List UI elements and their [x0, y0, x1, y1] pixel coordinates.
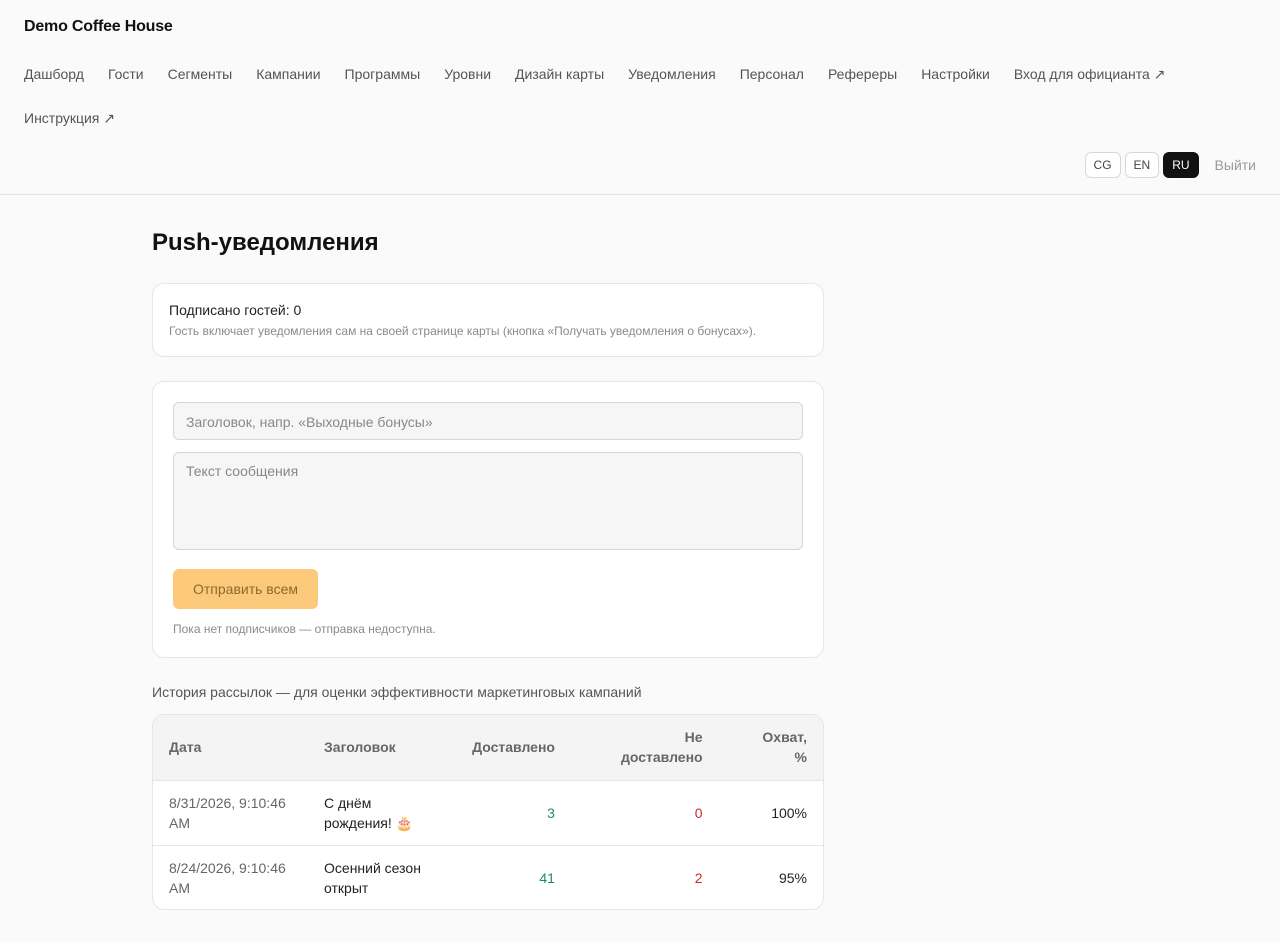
nav-item-card-design[interactable]: Дизайн карты [515, 66, 604, 83]
col-title: Заголовок [324, 739, 396, 756]
col-reach: Охват, % [762, 729, 807, 766]
subscribers-count: Подписано гостей: 0 [169, 302, 302, 318]
col-date: Дата [169, 739, 202, 756]
language-switcher: CG EN RU Выйти [1084, 152, 1256, 178]
cell-failed: 2 [694, 869, 703, 886]
lang-button-ru[interactable]: RU [1163, 152, 1199, 178]
cell-delivered: 3 [547, 804, 555, 821]
cell-reach: 100% [771, 804, 807, 821]
push-form-card: Заголовок, напр. «Выходные бонусы» Текст… [152, 381, 824, 658]
nav-item-staff[interactable]: Персонал [740, 66, 804, 83]
cell-reach: 95% [778, 869, 807, 886]
subscribers-hint: Гость включает уведомления сам на своей … [169, 324, 757, 338]
cell-title: С днём рождения! 🎂 [324, 794, 414, 831]
cell-failed: 0 [694, 804, 703, 821]
page-title: Push-уведомления [152, 229, 379, 256]
cell-title: Осенний сезон открыт [324, 859, 421, 896]
nav-item-programs[interactable]: Программы [345, 66, 421, 83]
col-delivered: Доставлено [472, 739, 555, 756]
main-nav: Дашборд Гости Сегменты Кампании Программ… [24, 66, 1165, 83]
history-table-card: Дата Заголовок Доставлено Не доставлено … [152, 714, 824, 910]
nav-item-instructions[interactable]: Инструкция ↗ [24, 110, 115, 127]
brand-name: Demo Coffee House [24, 18, 173, 35]
send-hint: Пока нет подписчиков — отправка недоступ… [173, 622, 436, 636]
col-failed: Не доставлено [620, 729, 703, 766]
subscribers-card: Подписано гостей: 0 Гость включает уведо… [152, 283, 824, 357]
nav-item-levels[interactable]: Уровни [444, 66, 491, 83]
nav-item-referrers[interactable]: Рефереры [828, 66, 897, 83]
lang-button-cg[interactable]: CG [1084, 152, 1121, 178]
lang-button-en[interactable]: EN [1124, 152, 1160, 178]
nav-item-guests[interactable]: Гости [108, 66, 144, 83]
logout-link[interactable]: Выйти [1215, 157, 1256, 173]
message-textarea[interactable]: Текст сообщения [173, 452, 803, 550]
nav-item-waiter-login[interactable]: Вход для официанта ↗ [1014, 66, 1166, 83]
cell-date: 8/31/2026, 9:10:46 AM [169, 794, 286, 831]
send-all-button[interactable]: Отправить всем [173, 569, 318, 609]
secondary-nav: Инструкция ↗ [24, 110, 115, 127]
table-header-row: Дата Заголовок Доставлено Не доставлено … [153, 715, 823, 780]
nav-item-campaigns[interactable]: Кампании [256, 66, 320, 83]
nav-item-segments[interactable]: Сегменты [168, 66, 233, 83]
table-row: 8/24/2026, 9:10:46 AM Осенний сезон откр… [153, 845, 823, 909]
nav-item-dashboard[interactable]: Дашборд [24, 66, 84, 83]
history-table: Дата Заголовок Доставлено Не доставлено … [153, 715, 823, 909]
cell-delivered: 41 [539, 869, 555, 886]
title-input[interactable]: Заголовок, напр. «Выходные бонусы» [173, 402, 803, 440]
table-row: 8/31/2026, 9:10:46 AM С днём рождения! 🎂… [153, 780, 823, 845]
nav-item-settings[interactable]: Настройки [921, 66, 990, 83]
nav-item-notifications[interactable]: Уведомления [628, 66, 716, 83]
history-title: История рассылок — для оценки эффективно… [152, 684, 642, 700]
top-header: Demo Coffee House Дашборд Гости Сегменты… [0, 0, 1280, 195]
cell-date: 8/24/2026, 9:10:46 AM [169, 859, 286, 896]
